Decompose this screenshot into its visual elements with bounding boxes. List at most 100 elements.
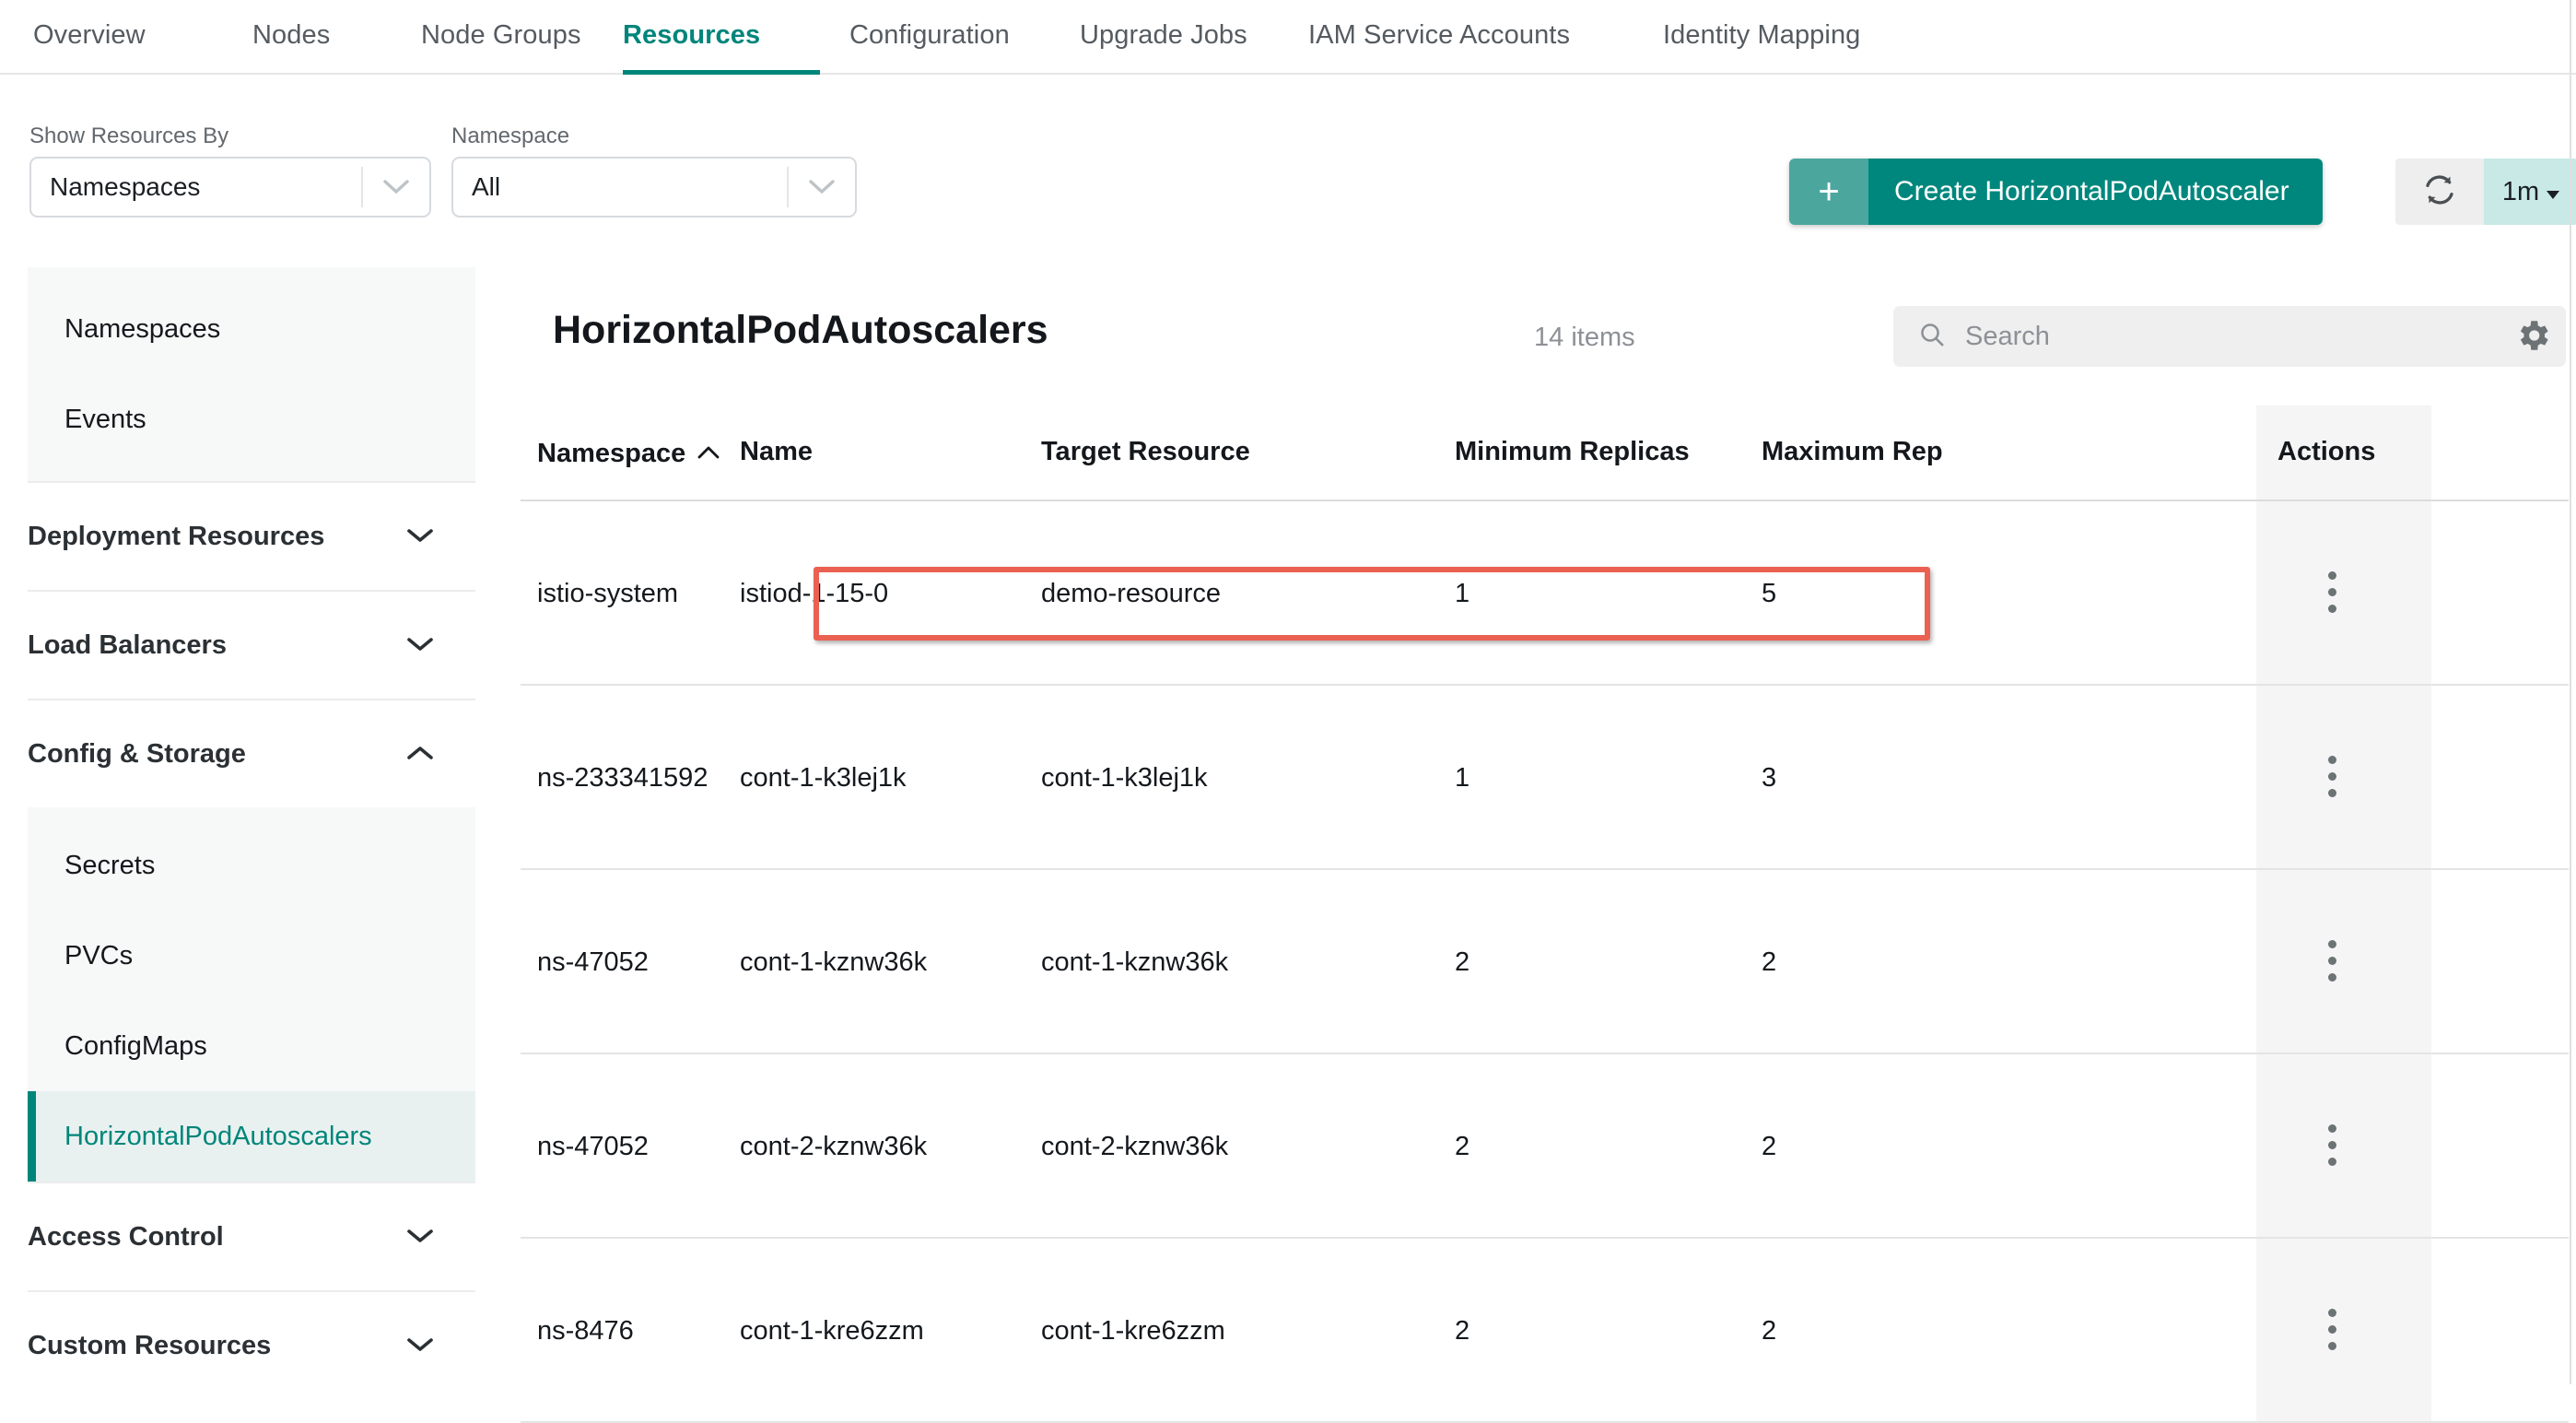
kebab-dot xyxy=(2328,772,2336,781)
table-row[interactable]: istio-system istiod-1-15-0 demo-resource 1 5 xyxy=(521,501,2569,686)
sidebar-subitems: Secrets PVCs ConfigMaps HorizontalPodAutosc… xyxy=(28,807,475,1182)
table-settings-button[interactable] xyxy=(2505,310,2560,365)
cell-target: cont-1-kznw36k xyxy=(1041,947,1229,977)
column-header-min[interactable]: Minimum Replicas xyxy=(1455,437,1690,467)
resource-table: Namespace Name Target Resource Minimum Repl… xyxy=(521,406,2569,1423)
resources-sidebar: Namespaces Events Deployment Resources Load… xyxy=(28,267,475,1399)
show-resources-by-label: Show Resources By xyxy=(29,123,229,148)
kebab-dot xyxy=(2328,940,2336,948)
row-actions-menu-button[interactable] xyxy=(2328,571,2336,613)
cell-min: 2 xyxy=(1455,1316,1470,1346)
sidebar-item-namespaces[interactable]: Namespaces xyxy=(28,284,475,374)
tab-resources[interactable]: Resources xyxy=(623,20,760,51)
refresh-interval-value: 1m xyxy=(2501,176,2540,206)
column-header-name[interactable]: Name xyxy=(740,437,813,467)
chevron-down-icon xyxy=(789,179,855,195)
kebab-dot xyxy=(2328,1158,2336,1166)
cell-max: 2 xyxy=(1762,1132,1777,1161)
row-actions-menu-button[interactable] xyxy=(2328,1309,2336,1350)
active-tab-underline xyxy=(623,70,820,75)
tab-nodes[interactable]: Nodes xyxy=(252,20,330,51)
table-header-row: Namespace Name Target Resource Minimum Repl… xyxy=(521,406,2569,501)
sidebar-group-label: Deployment Resources xyxy=(28,521,325,551)
plus-icon: + xyxy=(1789,159,1868,225)
kebab-dot xyxy=(2328,1309,2336,1317)
column-header-target[interactable]: Target Resource xyxy=(1041,437,1250,467)
tab-identity-mapping[interactable]: Identity Mapping xyxy=(1663,20,1860,51)
cell-namespace: ns-47052 xyxy=(537,1132,649,1161)
cell-namespace: ns-233341592 xyxy=(537,763,708,793)
refresh-button[interactable] xyxy=(2395,159,2484,225)
search-placeholder: Search xyxy=(1965,321,2050,351)
sidebar-group-config-storage[interactable]: Config & Storage xyxy=(28,700,475,807)
cell-name: cont-1-k3lej1k xyxy=(740,763,907,793)
cell-target: cont-1-kre6zzm xyxy=(1041,1316,1225,1346)
table-row[interactable]: ns-47052 cont-2-kznw36k cont-2-kznw36k 2 2 xyxy=(521,1054,2569,1239)
tab-node-groups[interactable]: Node Groups xyxy=(421,20,581,51)
sidebar-group-access-control[interactable]: Access Control xyxy=(28,1183,475,1290)
column-header-actions[interactable]: Actions xyxy=(2277,437,2375,467)
kebab-dot xyxy=(2328,605,2336,613)
column-header-label: Maximum Replic xyxy=(1762,437,1942,466)
sidebar-item-secrets[interactable]: Secrets xyxy=(28,820,475,911)
item-count: 14 items xyxy=(1534,323,1635,352)
row-actions-menu-button[interactable] xyxy=(2328,1124,2336,1166)
create-horizontalpodautoscaler-button[interactable]: + Create HorizontalPodAutoscaler xyxy=(1789,159,2323,225)
sidebar-item-pvcs[interactable]: PVCs xyxy=(28,911,475,1001)
actions-cell-background xyxy=(2256,501,2431,684)
caret-down-icon xyxy=(2547,190,2560,199)
kebab-dot xyxy=(2328,571,2336,580)
sidebar-group-load-balancers[interactable]: Load Balancers xyxy=(28,592,475,699)
chevron-down-icon xyxy=(363,179,429,195)
cell-namespace: ns-8476 xyxy=(537,1316,634,1346)
refresh-interval-dropdown[interactable]: 1m xyxy=(2484,159,2576,225)
tab-overview[interactable]: Overview xyxy=(33,20,146,51)
sidebar-item-configmaps[interactable]: ConfigMaps xyxy=(28,1001,475,1091)
actions-cell-background xyxy=(2256,1054,2431,1237)
kebab-dot xyxy=(2328,973,2336,982)
namespace-filter-label: Namespace xyxy=(451,123,570,148)
row-actions-menu-button[interactable] xyxy=(2328,940,2336,982)
table-row[interactable]: ns-8476 cont-1-kre6zzm cont-1-kre6zzm 2 2 xyxy=(521,1239,2569,1423)
cell-min: 1 xyxy=(1455,763,1470,793)
tab-iam-service-accounts[interactable]: IAM Service Accounts xyxy=(1308,20,1570,51)
page-title: HorizontalPodAutoscalers xyxy=(553,308,1048,352)
cell-name: cont-2-kznw36k xyxy=(740,1132,928,1161)
row-actions-menu-button[interactable] xyxy=(2328,756,2336,797)
show-resources-by-select[interactable]: Namespaces xyxy=(29,157,431,218)
sidebar-item-events[interactable]: Events xyxy=(28,374,475,465)
chevron-down-icon xyxy=(405,522,435,552)
sidebar-group-custom-resources[interactable]: Custom Resources xyxy=(28,1292,475,1399)
gear-icon xyxy=(2513,316,2552,359)
kebab-dot xyxy=(2328,756,2336,764)
cell-max: 2 xyxy=(1762,1316,1777,1346)
cell-min: 2 xyxy=(1455,1132,1470,1161)
chevron-down-icon xyxy=(405,1222,435,1252)
column-header-namespace[interactable]: Namespace xyxy=(537,437,720,469)
sidebar-item-horizontalpodautoscalers[interactable]: HorizontalPodAutoscalers xyxy=(28,1091,475,1182)
refresh-controls: 1m xyxy=(2395,159,2576,225)
kebab-dot xyxy=(2328,1141,2336,1149)
search-icon xyxy=(1917,320,1947,354)
sidebar-group-label: Custom Resources xyxy=(28,1330,272,1360)
cell-max: 3 xyxy=(1762,763,1777,793)
chevron-up-icon xyxy=(405,739,435,770)
actions-cell-background xyxy=(2256,1239,2431,1421)
cell-target: demo-resource xyxy=(1041,579,1222,608)
cell-name: cont-1-kznw36k xyxy=(740,947,928,977)
table-row[interactable]: ns-47052 cont-1-kznw36k cont-1-kznw36k 2 2 xyxy=(521,870,2569,1054)
sidebar-group-label: Config & Storage xyxy=(28,738,246,769)
sidebar-group-deployment-resources[interactable]: Deployment Resources xyxy=(28,483,475,590)
search-input[interactable]: Search xyxy=(1893,306,2566,367)
kebab-dot xyxy=(2328,1124,2336,1133)
cell-name: istiod-1-15-0 xyxy=(740,579,889,608)
column-header-label: Target Resource xyxy=(1041,437,1250,466)
kebab-dot xyxy=(2328,1342,2336,1350)
table-row[interactable]: ns-233341592 cont-1-k3lej1k cont-1-k3lej1k… xyxy=(521,686,2569,870)
column-header-label: Name xyxy=(740,437,813,466)
tab-upgrade-jobs[interactable]: Upgrade Jobs xyxy=(1080,20,1247,51)
column-header-max[interactable]: Maximum Replic xyxy=(1762,437,1942,467)
tab-configuration[interactable]: Configuration xyxy=(849,20,1010,51)
namespace-filter-select[interactable]: All xyxy=(451,157,857,218)
panel-right-edge xyxy=(2570,0,2571,1384)
